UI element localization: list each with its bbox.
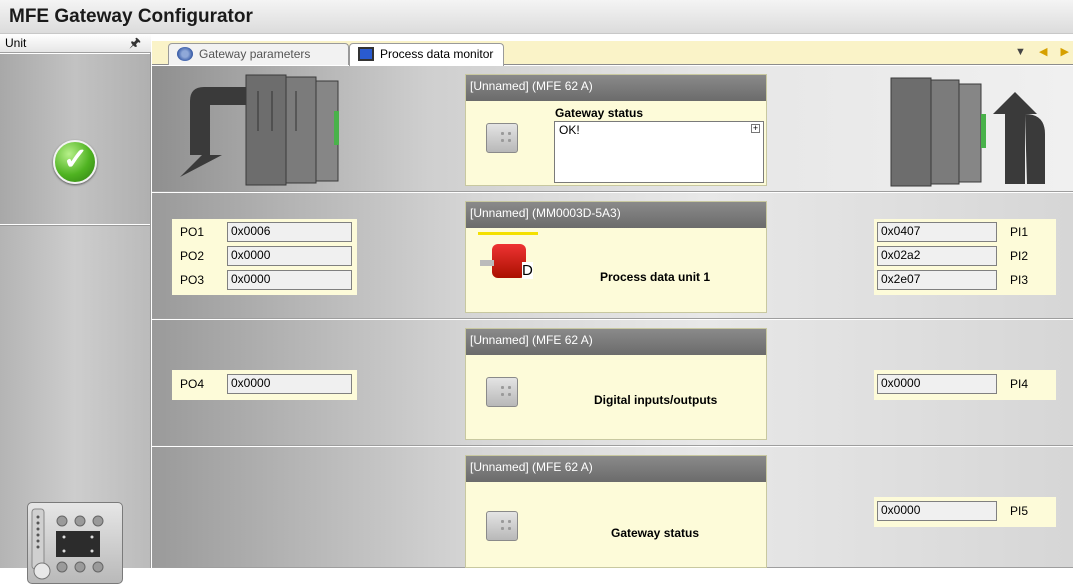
pdu-panel-header: [Unnamed] (MM0003D-5A3) [466, 202, 766, 228]
gwstatus-row: [Unnamed] (MFE 62 A) Gateway status 0x00… [152, 447, 1073, 568]
tab-list-dropdown-icon[interactable]: ▼ [1015, 46, 1026, 58]
gateway-status-title: Gateway status [555, 106, 644, 120]
title-bar: MFE Gateway Configurator [0, 0, 1073, 34]
pi5-value: 0x0000 [877, 501, 997, 521]
expand-icon[interactable]: + [751, 124, 760, 133]
gwstatus-inputs: 0x0000 PI5 [874, 497, 1056, 527]
tab-gateway-parameters[interactable]: Gateway parameters [168, 43, 349, 65]
po1-value: 0x0006 [227, 222, 352, 242]
pi4-label: PI4 [1010, 377, 1029, 391]
ok-check-icon: ✓ [53, 140, 97, 184]
dio-module-icon [486, 377, 518, 407]
pi1-label: PI1 [1010, 225, 1029, 239]
motor-letter: D [522, 262, 533, 279]
pi2-value: 0x02a2 [877, 246, 997, 266]
monitor-icon [358, 47, 374, 61]
gear-icon [177, 47, 193, 61]
po4-label: PO4 [180, 377, 205, 391]
po1-label: PO1 [180, 225, 205, 239]
pi1-value: 0x0407 [877, 222, 997, 242]
tab-scroll-left-icon[interactable]: ◀ [1039, 46, 1047, 58]
unit-pane-label: Unit [5, 36, 27, 50]
tab-bar: Gateway parameters Process data monitor … [152, 41, 1073, 66]
plc-input-picture [890, 77, 1045, 187]
gateway-status-text: OK! [559, 123, 580, 137]
gwstatus-title: Gateway status [611, 526, 700, 540]
pi3-value: 0x2e07 [877, 270, 997, 290]
dio-row: PO4 0x0000 [Unnamed] (MFE 62 A) Digital … [152, 320, 1073, 446]
po3-label: PO3 [180, 273, 205, 287]
gateway-module-icon[interactable] [27, 502, 123, 584]
pdu-panel: [Unnamed] (MM0003D-5A3) D Process data u… [465, 201, 767, 313]
gateway-panel-header: [Unnamed] (MFE 62 A) [466, 75, 766, 101]
pi4-value: 0x0000 [877, 374, 997, 394]
pdu-inputs: 0x0407 PI1 0x02a2 PI2 0x2e07 PI3 [874, 219, 1056, 295]
plc-output-picture [180, 74, 339, 186]
tab-process-data-monitor-label: Process data monitor [380, 47, 494, 61]
dio-panel-header: [Unnamed] (MFE 62 A) [466, 329, 766, 355]
dio-outputs: PO4 0x0000 [172, 370, 357, 400]
gateway-row: [Unnamed] (MFE 62 A) Gateway status OK! … [152, 66, 1073, 192]
unit-status-area: ✓ [0, 54, 150, 224]
pi5-label: PI5 [1010, 504, 1029, 518]
dio-panel: [Unnamed] (MFE 62 A) Digital inputs/outp… [465, 328, 767, 440]
gateway-status-box: OK! + [554, 121, 764, 183]
pin-icon[interactable]: 🖈 [129, 34, 141, 56]
tab-scroll-right-icon[interactable]: ▶ [1061, 46, 1069, 58]
po2-value: 0x0000 [227, 246, 352, 266]
app-title: MFE Gateway Configurator [9, 6, 253, 27]
po3-value: 0x0000 [227, 270, 352, 290]
motor-icon: D [478, 232, 538, 282]
pi3-label: PI3 [1010, 273, 1029, 287]
dio-title: Digital inputs/outputs [594, 393, 718, 407]
po2-label: PO2 [180, 249, 205, 263]
gwstatus-panel-header: [Unnamed] (MFE 62 A) [466, 456, 766, 482]
unit-pane-header: Unit 🖈 [0, 34, 151, 53]
gwstatus-module-icon [486, 511, 518, 541]
pdu-row: PO1 0x0006 PO2 0x0000 PO3 0x0000 [Unname… [152, 193, 1073, 319]
unit-pane: Unit 🖈 ✓ [0, 34, 151, 584]
tab-process-data-monitor[interactable]: Process data monitor [349, 43, 504, 66]
pdu-outputs: PO1 0x0006 PO2 0x0000 PO3 0x0000 [172, 219, 357, 295]
po4-value: 0x0000 [227, 374, 352, 394]
gateway-panel: [Unnamed] (MFE 62 A) Gateway status OK! … [465, 74, 767, 186]
tab-nav: ▼ ◀ ▶ [1005, 45, 1069, 58]
gwstatus-panel: [Unnamed] (MFE 62 A) Gateway status [465, 455, 767, 568]
pdu-title: Process data unit 1 [600, 270, 711, 284]
dio-inputs: 0x0000 PI4 [874, 370, 1056, 400]
pi2-label: PI2 [1010, 249, 1029, 263]
tab-gateway-parameters-label: Gateway parameters [199, 47, 311, 61]
gateway-module-icon [486, 123, 518, 153]
